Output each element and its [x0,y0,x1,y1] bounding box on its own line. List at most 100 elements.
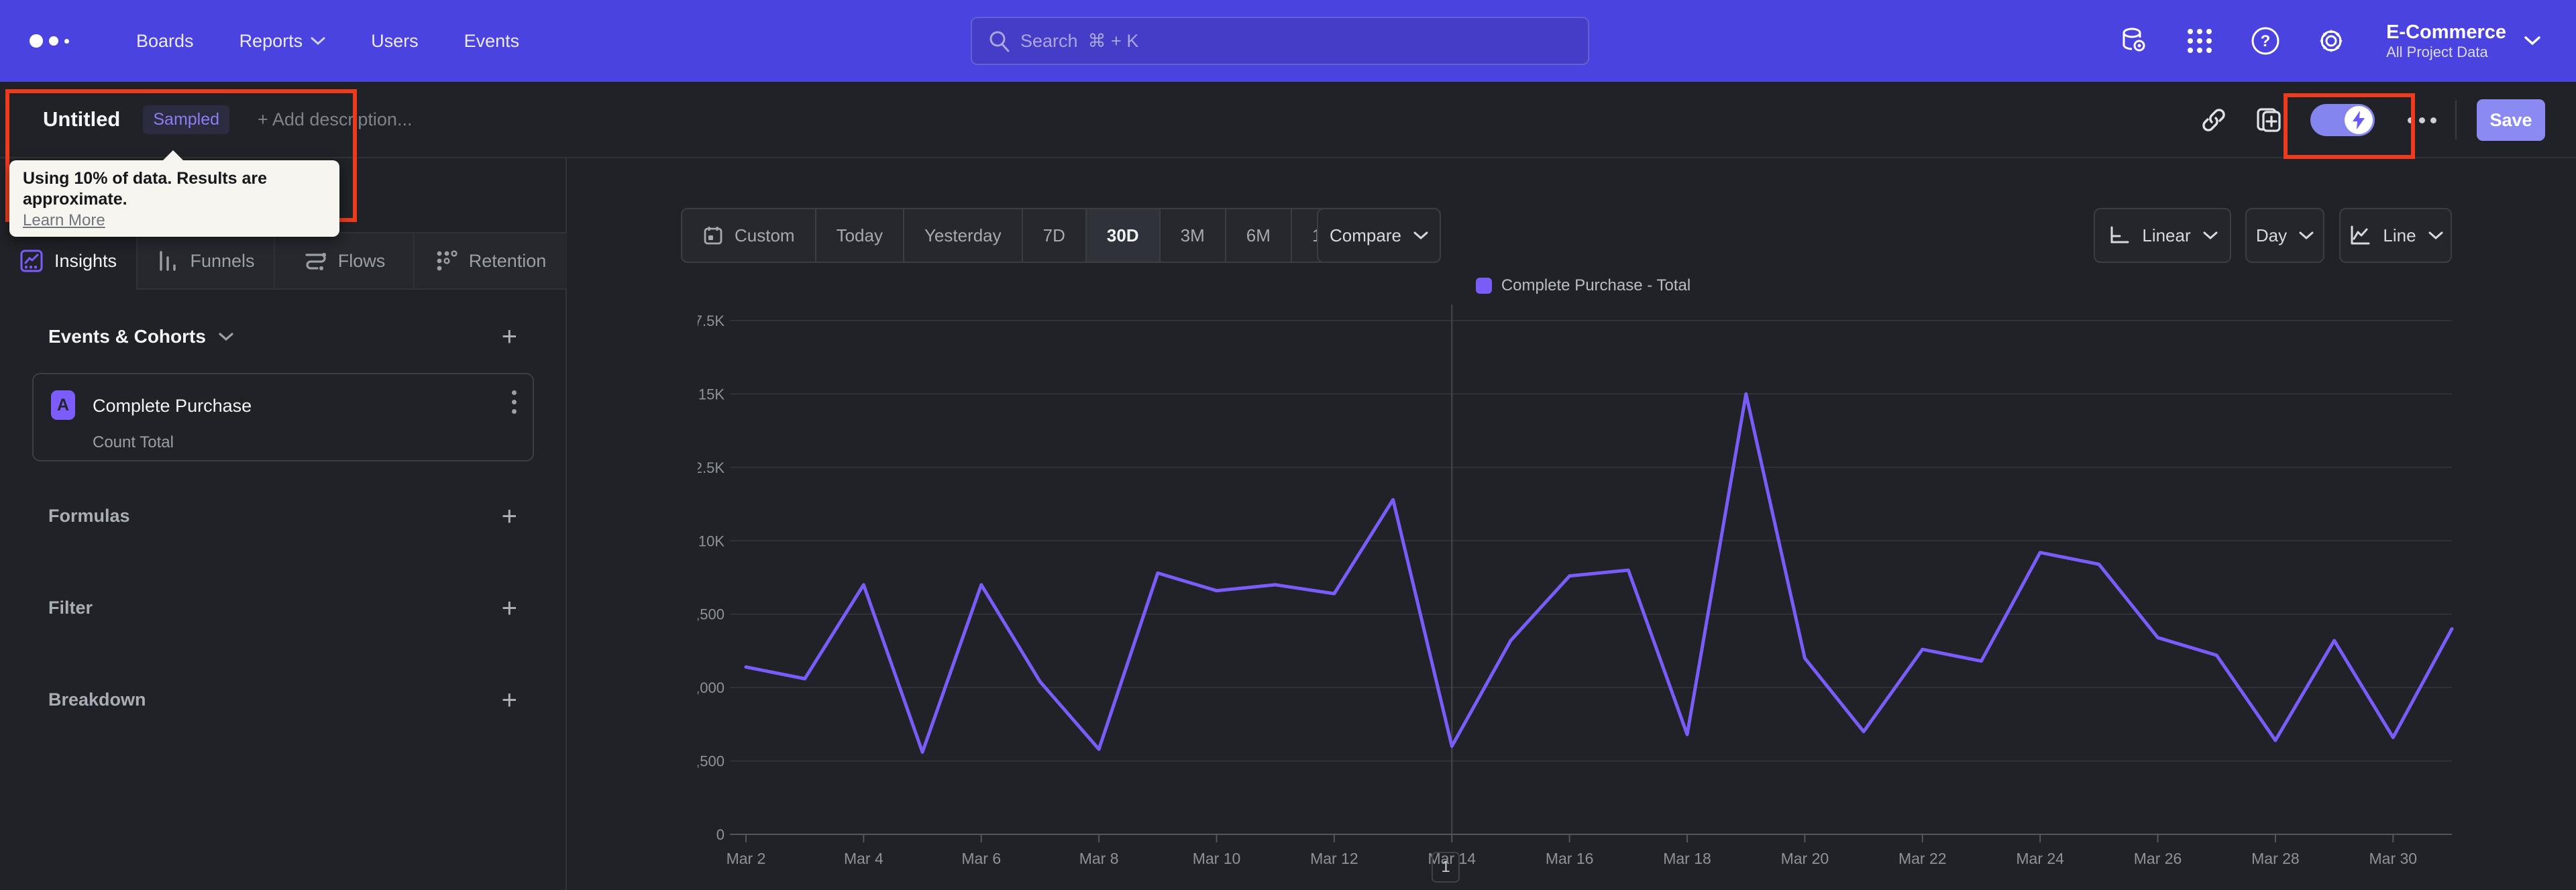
events-cohorts-label: Events & Cohorts [48,326,206,347]
report-title[interactable]: Untitled [43,107,120,131]
range-label: Today [836,225,883,245]
range-30d[interactable]: 30D [1086,209,1161,262]
section-breakdown: Breakdown + [48,687,517,714]
range-today[interactable]: Today [816,209,904,262]
svg-text:Mar 2: Mar 2 [727,850,766,867]
mixpanel-logo-icon[interactable] [30,34,69,48]
tab-retention[interactable]: Retention [415,232,567,290]
legend-label: Complete Purchase - Total [1501,276,1691,294]
svg-text:7,500: 7,500 [698,606,724,623]
range-6m[interactable]: 6M [1226,209,1292,262]
event-options-icon[interactable] [512,390,517,414]
svg-text:10K: 10K [698,533,724,549]
add-event-button[interactable]: + [502,323,517,350]
nav-item-events[interactable]: Events [441,0,543,82]
svg-text:Mar 24: Mar 24 [2016,850,2064,867]
compare-button[interactable]: Compare [1317,208,1441,263]
range-label: Yesterday [924,225,1002,245]
svg-text:Mar 4: Mar 4 [844,850,883,867]
save-button[interactable]: Save [2477,99,2545,141]
chevron-down-icon [2203,231,2218,240]
range-label: 30D [1106,225,1139,245]
report-tabs: Insights Funnels Flows Retention [0,232,567,290]
project-switcher[interactable]: E-Commerce All Project Data [2386,21,2541,61]
more-options-icon[interactable] [2403,101,2440,139]
sampled-badge[interactable]: Sampled [143,105,230,134]
series-badge: A [51,390,75,420]
tab-label: Flows [337,250,386,271]
section-formulas: Formulas + [48,503,517,530]
tab-label: Insights [54,250,117,271]
svg-text:Mar 20: Mar 20 [1781,850,1829,867]
help-icon[interactable]: ? [2248,23,2283,58]
legend-swatch [1475,278,1492,294]
pagination-page-button[interactable]: 1 [1432,852,1460,883]
svg-text:12.5K: 12.5K [698,459,724,476]
chevron-down-icon[interactable] [218,332,234,342]
section-label: Filter [48,598,93,618]
nav-item-label: Users [371,30,419,51]
apps-grid-icon[interactable] [2182,23,2217,58]
calendar-icon [704,227,722,245]
sampling-toggle[interactable] [2310,104,2375,136]
range-yesterday[interactable]: Yesterday [904,209,1023,262]
insights-icon [20,249,43,272]
tab-insights[interactable]: Insights [0,232,138,290]
add-formula-button[interactable]: + [502,503,517,530]
nav-item-boards[interactable]: Boards [113,0,217,82]
project-scope: All Project Data [2386,44,2488,60]
tab-label: Retention [468,250,547,271]
retention-icon [437,250,458,271]
chevron-down-icon [1413,231,1428,240]
granularity-dropdown[interactable]: Day [2245,208,2324,263]
chevron-down-icon [2428,231,2443,240]
data-management-icon[interactable] [2116,23,2151,58]
line-chart: 0 2,500 5,000 7,500 10K 12.5K 15K 17.5K Mar 2 Mar… [698,304,2454,867]
add-breakdown-button[interactable]: + [502,687,517,714]
search-input[interactable] [971,17,1589,65]
learn-more-link[interactable]: Learn More [23,211,105,230]
add-description-button[interactable]: + Add description... [258,109,412,130]
svg-text:Mar 28: Mar 28 [2251,850,2300,867]
chart-type-label: Line [2383,225,2416,245]
nav-item-label: Events [464,30,520,51]
report-title-bar: Untitled Sampled + Add description... [0,82,2576,158]
nav-item-users[interactable]: Users [348,0,441,82]
copy-link-icon[interactable] [2195,101,2233,139]
settings-gear-icon[interactable] [2314,23,2349,58]
add-to-board-icon[interactable] [2250,101,2288,139]
svg-text:0: 0 [716,826,724,843]
svg-text:Mar 8: Mar 8 [1079,850,1119,867]
chart-type-dropdown[interactable]: Line [2339,208,2452,263]
range-7d[interactable]: 7D [1023,209,1087,262]
svg-text:15K: 15K [698,386,724,402]
svg-text:17.5K: 17.5K [698,313,724,329]
nav-item-label: Reports [239,30,303,51]
chevron-down-icon [311,37,325,46]
range-label: 6M [1246,225,1271,245]
range-label: 3M [1180,225,1205,245]
event-aggregation[interactable]: Count Total [93,433,174,452]
svg-text:Mar 6: Mar 6 [961,850,1001,867]
global-search [971,17,1589,65]
top-nav: Boards Reports Users Events ? [0,0,2576,82]
range-custom[interactable]: Custom [682,209,816,262]
event-name: Complete Purchase [93,396,252,416]
event-card[interactable]: A Complete Purchase Count Total [32,373,534,461]
svg-text:Mar 10: Mar 10 [1193,850,1241,867]
sampling-tooltip-message: Using 10% of data. Results are approxima… [23,169,268,209]
scale-dropdown[interactable]: Linear [2094,208,2231,263]
tab-label: Funnels [190,250,255,271]
chevron-down-icon [2299,231,2314,240]
svg-text:2,500: 2,500 [698,753,724,770]
range-3m[interactable]: 3M [1161,209,1226,262]
search-icon [987,29,1012,54]
chart-legend-item[interactable]: Complete Purchase - Total [698,276,2469,295]
nav-item-reports[interactable]: Reports [217,0,349,82]
compare-label: Compare [1330,225,1401,245]
tab-flows[interactable]: Flows [275,232,415,290]
tab-funnels[interactable]: Funnels [138,232,275,290]
add-filter-button[interactable]: + [502,595,517,622]
project-name: E-Commerce [2386,21,2506,43]
scale-label: Linear [2142,225,2191,245]
